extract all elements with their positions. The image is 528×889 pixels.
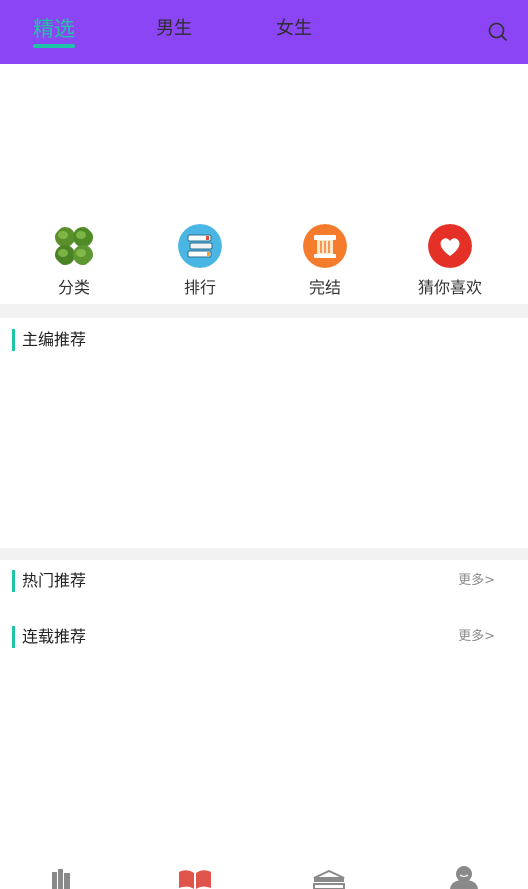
profile-icon[interactable] [444, 866, 484, 889]
hot-more-link[interactable]: 更多> [458, 571, 495, 591]
category-guess-you-like[interactable]: 猜你喜欢 [400, 224, 500, 298]
bottom-nav [0, 858, 528, 889]
clover-icon [55, 227, 93, 265]
pillar-icon [303, 224, 347, 268]
active-tab-indicator [33, 44, 75, 48]
category-completed[interactable]: 完结 [275, 224, 375, 298]
category-ranking[interactable]: 排行 [150, 224, 250, 298]
tab-featured[interactable]: 精选 [33, 13, 75, 43]
section-editor-recommend: 主编推荐 [0, 328, 528, 352]
heart-icon [428, 224, 472, 268]
section-serial-recommend: 连载推荐 更多> [0, 625, 528, 649]
book-stack-icon [178, 224, 222, 268]
book-store-icon[interactable] [309, 866, 349, 889]
section-marker [12, 626, 15, 648]
section-hot-recommend: 热门推荐 更多> [0, 569, 528, 593]
category-ranking-label: 排行 [183, 278, 216, 297]
tab-female[interactable]: 女生 [276, 14, 312, 40]
top-header: 精选 男生 女生 [0, 0, 528, 64]
category-completed-label: 完结 [308, 278, 341, 297]
banner-area [0, 64, 528, 214]
section-marker [12, 570, 15, 592]
tab-male[interactable]: 男生 [156, 14, 192, 40]
search-icon[interactable] [486, 20, 510, 44]
section-marker [12, 329, 15, 351]
serial-more-link[interactable]: 更多> [458, 627, 495, 647]
section-hot-title: 热门推荐 [22, 571, 87, 590]
section-serial-title: 连载推荐 [22, 627, 87, 646]
section-editor-title: 主编推荐 [22, 330, 87, 349]
category-classify-label: 分类 [57, 278, 90, 297]
category-classify[interactable]: 分类 [24, 224, 124, 298]
bookshelf-icon[interactable] [42, 866, 82, 889]
section-divider [0, 548, 528, 560]
open-book-icon[interactable] [175, 866, 215, 889]
section-divider [0, 304, 528, 318]
category-guess-you-like-label: 猜你喜欢 [417, 278, 482, 297]
